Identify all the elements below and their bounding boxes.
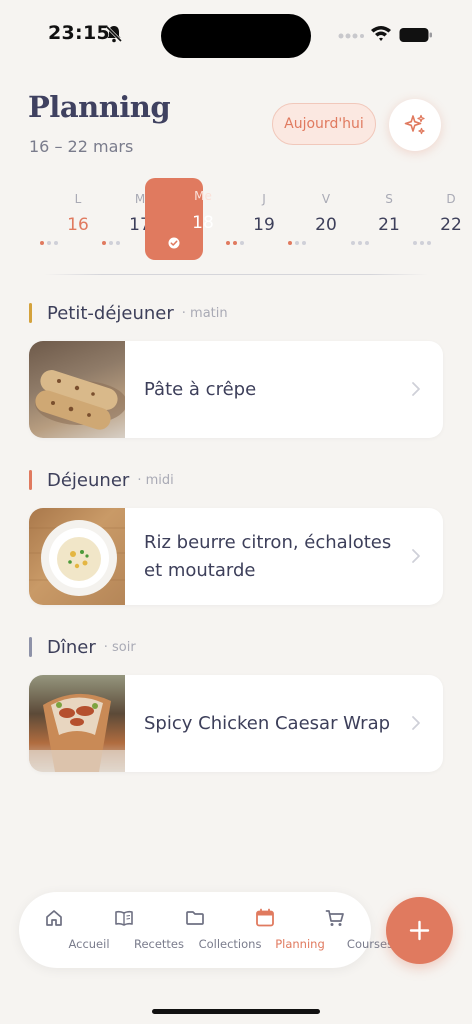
- magic-plan-button[interactable]: [389, 99, 441, 151]
- day-dot: [226, 241, 230, 245]
- dynamic-island: [161, 14, 311, 58]
- sparkles-icon: [404, 114, 425, 135]
- section-dinner: Dîner · soir: [29, 635, 136, 659]
- section-color-bar: [29, 470, 32, 490]
- day-20[interactable]: V 20: [268, 178, 337, 260]
- day-dot: [109, 241, 113, 245]
- section-subtitle: · midi: [137, 472, 174, 488]
- status-time: 23:15: [48, 22, 110, 44]
- day-dot: [420, 241, 424, 245]
- section-color-bar: [29, 303, 32, 323]
- day-dot: [233, 241, 237, 245]
- day-19[interactable]: J 19: [206, 178, 275, 260]
- chevron-right-icon: [412, 549, 420, 563]
- recipe-photo: [29, 675, 125, 772]
- day-dots: [331, 241, 389, 245]
- divider: [44, 274, 428, 275]
- cart-icon: [325, 910, 344, 926]
- calendar-icon: [256, 908, 274, 927]
- day-dot: [102, 241, 106, 245]
- meal-card-breakfast[interactable]: Pâte à crêpe: [29, 341, 443, 438]
- chevron-right-icon: [412, 716, 420, 730]
- section-subtitle: · soir: [103, 639, 136, 655]
- day-dots: [82, 241, 140, 245]
- day-22[interactable]: D 22: [393, 178, 462, 260]
- day-16[interactable]: L 16: [20, 178, 89, 260]
- wifi-icon: [371, 26, 391, 41]
- day-letter: D: [446, 192, 456, 206]
- day-dot: [40, 241, 44, 245]
- bell-slash-icon: [105, 25, 123, 43]
- day-dots: [206, 241, 264, 245]
- book-icon: [115, 910, 133, 926]
- nav-collections[interactable]: Collections: [160, 892, 261, 968]
- day-dot: [351, 241, 355, 245]
- folder-icon: [186, 911, 204, 925]
- plus-icon: [409, 920, 430, 941]
- add-button[interactable]: [386, 897, 453, 964]
- recipe-name: Riz beurre citron, échalotes et moutarde: [144, 531, 392, 581]
- day-dot: [116, 241, 120, 245]
- nav-courses[interactable]: Courses: [300, 892, 393, 968]
- day-dot: [427, 241, 431, 245]
- section-lunch: Déjeuner · midi: [29, 468, 174, 492]
- home-indicator: [152, 1009, 320, 1014]
- day-dot: [295, 241, 299, 245]
- day-dot: [240, 241, 244, 245]
- section-subtitle: · matin: [181, 305, 228, 321]
- day-dots: [268, 241, 326, 245]
- day-dot: [358, 241, 362, 245]
- today-button[interactable]: Aujourd'hui: [272, 103, 376, 145]
- nav-recettes[interactable]: Recettes: [89, 892, 184, 968]
- day-dot: [365, 241, 369, 245]
- battery-icon: [399, 28, 432, 42]
- day-dot: [302, 241, 306, 245]
- recipe-name: Spicy Chicken Caesar Wrap: [144, 712, 391, 734]
- bottom-nav: Accueil Recettes Collections Planning Co…: [19, 892, 393, 968]
- nav-planning[interactable]: Planning: [230, 892, 325, 968]
- section-title: Dîner: [47, 636, 96, 658]
- section-color-bar: [29, 637, 32, 657]
- meal-card-lunch[interactable]: Riz beurre citron, échalotes et moutarde: [29, 508, 443, 605]
- home-icon: [46, 910, 62, 926]
- day-dot: [47, 241, 51, 245]
- section-title: Petit-déjeuner: [47, 302, 174, 324]
- section-breakfast: Petit-déjeuner · matin: [29, 301, 228, 325]
- nav-accueil[interactable]: Accueil: [19, 892, 110, 968]
- check-circle-icon: [168, 237, 180, 249]
- recipe-photo: [29, 341, 125, 438]
- day-18[interactable]: Me 18: [145, 178, 214, 260]
- chevron-right-icon: [412, 382, 420, 396]
- recipe-name: Pâte à crêpe: [144, 378, 257, 400]
- day-number: 22: [440, 215, 462, 235]
- section-title: Déjeuner: [47, 469, 130, 491]
- day-dot: [288, 241, 292, 245]
- day-dot: [413, 241, 417, 245]
- signal-icon: [338, 33, 364, 39]
- meal-card-dinner[interactable]: Spicy Chicken Caesar Wrap: [29, 675, 443, 772]
- day-dots: [393, 241, 451, 245]
- status-bar: 23:15: [0, 0, 472, 70]
- day-21[interactable]: S 21: [331, 178, 400, 260]
- page-title: Planning: [28, 90, 171, 124]
- day-17[interactable]: M 17: [82, 178, 151, 260]
- day-dots: [20, 241, 78, 245]
- recipe-photo: [29, 508, 125, 605]
- day-dot: [54, 241, 58, 245]
- date-range: 16 – 22 mars: [29, 137, 134, 156]
- week-strip: L 16 M 17 Me 18 J 19 V 20 S 21 D 22: [20, 178, 462, 262]
